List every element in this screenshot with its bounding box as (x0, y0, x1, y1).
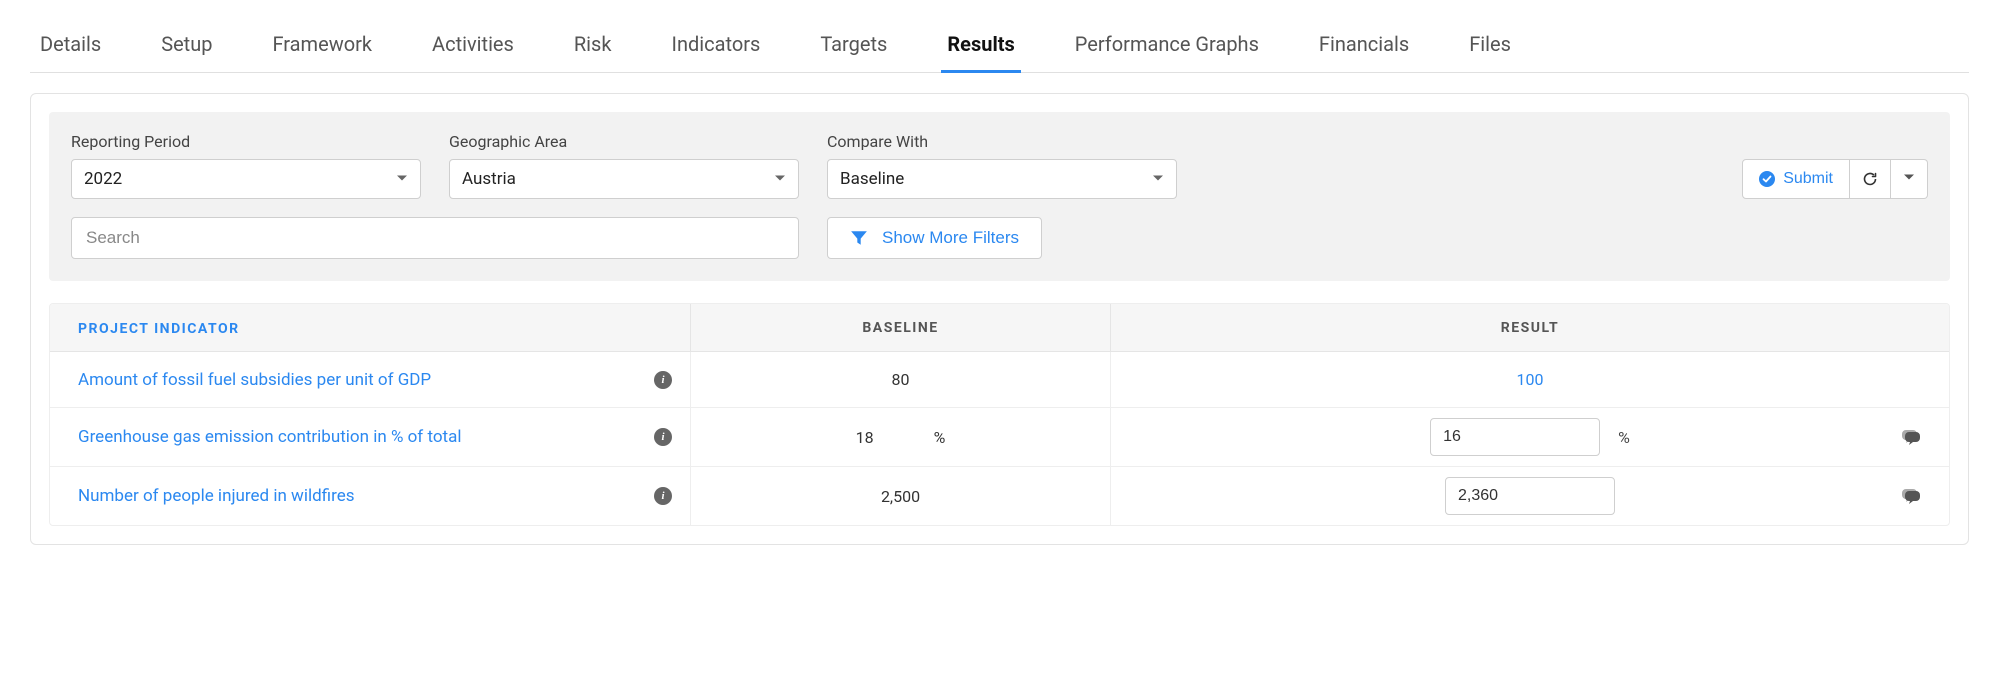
tab-framework[interactable]: Framework (272, 20, 372, 72)
info-icon[interactable]: i (654, 487, 672, 505)
search-input[interactable] (71, 217, 799, 259)
baseline-value: 80 (892, 370, 910, 389)
baseline-unit: % (934, 428, 946, 447)
chevron-down-icon (774, 169, 786, 189)
action-group: Submit (1742, 159, 1928, 199)
geographic-area-value: Austria (462, 169, 516, 189)
chevron-down-icon (1152, 169, 1164, 189)
tab-setup[interactable]: Setup (161, 20, 212, 72)
geographic-area-select[interactable]: Austria (449, 159, 799, 199)
check-circle-icon (1759, 171, 1775, 187)
result-unit: % (1618, 428, 1630, 447)
reporting-period-select[interactable]: 2022 (71, 159, 421, 199)
table-row: Greenhouse gas emission contribution in … (50, 408, 1949, 467)
tabs: Details Setup Framework Activities Risk … (30, 20, 1969, 73)
result-input[interactable] (1445, 477, 1615, 515)
filter-bar: Reporting Period 2022 Geographic Area Au… (49, 112, 1950, 281)
baseline-value: 18 (856, 428, 874, 447)
action-dropdown-button[interactable] (1891, 159, 1928, 199)
refresh-button[interactable] (1850, 159, 1891, 199)
column-header-result: RESULT (1501, 320, 1559, 336)
geographic-area-label: Geographic Area (449, 132, 799, 151)
compare-with-select[interactable]: Baseline (827, 159, 1177, 199)
reporting-period-label: Reporting Period (71, 132, 421, 151)
show-more-filters-button[interactable]: Show More Filters (827, 217, 1042, 259)
tab-financials[interactable]: Financials (1319, 20, 1409, 72)
tab-performance-graphs[interactable]: Performance Graphs (1075, 20, 1259, 72)
indicator-link[interactable]: Number of people injured in wildfires (78, 486, 355, 506)
results-card: Reporting Period 2022 Geographic Area Au… (30, 93, 1969, 545)
info-icon[interactable]: i (654, 428, 672, 446)
indicator-link[interactable]: Greenhouse gas emission contribution in … (78, 427, 461, 447)
reporting-period-value: 2022 (84, 169, 122, 189)
result-link[interactable]: 100 (1517, 370, 1544, 389)
indicator-link[interactable]: Amount of fossil fuel subsidies per unit… (78, 370, 431, 390)
submit-label: Submit (1783, 170, 1833, 188)
column-header-baseline: BASELINE (862, 320, 938, 336)
tab-files[interactable]: Files (1469, 20, 1511, 72)
baseline-value: 2,500 (881, 487, 920, 506)
chevron-down-icon (396, 169, 408, 189)
show-more-filters-label: Show More Filters (882, 228, 1019, 248)
comments-icon[interactable] (1901, 427, 1921, 447)
tab-indicators[interactable]: Indicators (672, 20, 761, 72)
tab-risk[interactable]: Risk (574, 20, 612, 72)
refresh-icon (1862, 171, 1878, 187)
info-icon[interactable]: i (654, 371, 672, 389)
result-input[interactable] (1430, 418, 1600, 456)
filter-icon (850, 229, 868, 247)
tab-results[interactable]: Results (947, 20, 1014, 72)
table-header: PROJECT INDICATOR BASELINE RESULT (50, 304, 1949, 352)
table-row: Number of people injured in wildfires i … (50, 467, 1949, 525)
chevron-down-icon (1903, 170, 1915, 188)
compare-with-value: Baseline (840, 169, 904, 189)
tab-details[interactable]: Details (40, 20, 101, 72)
tab-targets[interactable]: Targets (820, 20, 887, 72)
column-header-indicator[interactable]: PROJECT INDICATOR (78, 321, 240, 337)
compare-with-label: Compare With (827, 132, 1177, 151)
results-table: PROJECT INDICATOR BASELINE RESULT Amount… (49, 303, 1950, 526)
submit-button[interactable]: Submit (1742, 159, 1850, 199)
table-row: Amount of fossil fuel subsidies per unit… (50, 352, 1949, 408)
comments-icon[interactable] (1901, 486, 1921, 506)
tab-activities[interactable]: Activities (432, 20, 514, 72)
